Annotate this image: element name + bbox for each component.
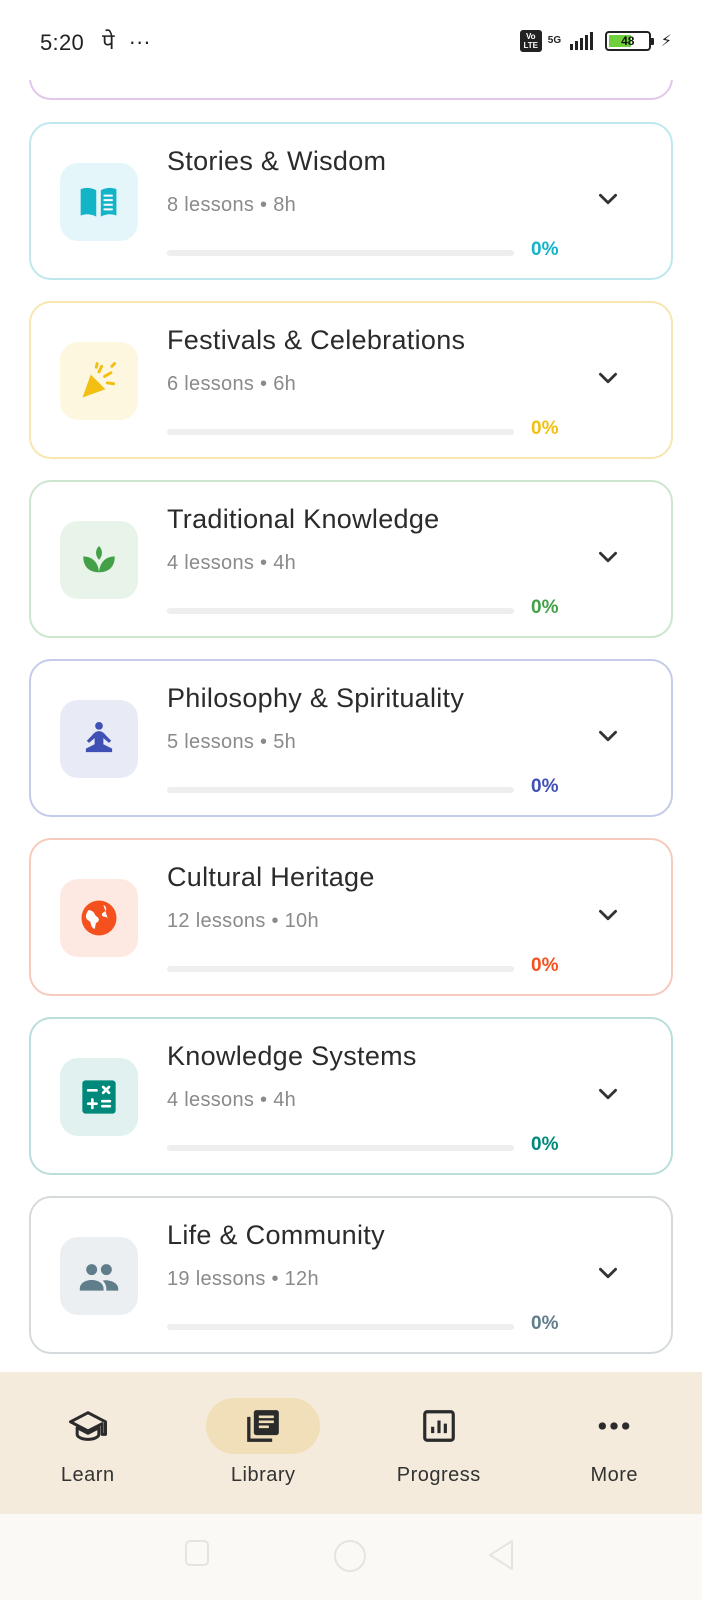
charging-icon: ⚡ — [660, 33, 672, 50]
progress-percent: 0% — [531, 955, 559, 976]
progress-percent: 0% — [531, 597, 559, 618]
category-title: Philosophy & Spirituality — [167, 683, 465, 713]
battery-level: 48 — [621, 34, 635, 48]
category-title: Knowledge Systems — [167, 1041, 417, 1071]
category-card-cultural-heritage[interactable]: Cultural Heritage 12 lessons • 10h 0% — [29, 838, 673, 996]
category-title: Cultural Heritage — [167, 862, 375, 892]
nav-label: Library — [230, 1464, 296, 1486]
carrier-glyph: पे — [102, 29, 115, 54]
progress-track — [167, 429, 514, 435]
category-card-stories-wisdom[interactable]: Stories & Wisdom 8 lessons • 8h 0% — [29, 122, 673, 280]
nav-pill — [382, 1398, 496, 1454]
more-horizontal-icon — [598, 1422, 630, 1430]
nav-label: Progress — [396, 1464, 481, 1486]
category-meta: 6 lessons • 6h — [167, 373, 297, 395]
calculator-icon — [82, 1080, 116, 1114]
nav-label: More — [590, 1464, 639, 1486]
battery-icon: 48 — [604, 31, 654, 51]
bar-chart-icon — [422, 1410, 455, 1442]
category-meta: 4 lessons • 4h — [167, 552, 297, 574]
category-card-knowledge-systems[interactable]: Knowledge Systems 4 lessons • 4h 0% — [29, 1017, 673, 1175]
category-icon-tile — [60, 163, 138, 241]
graduation-cap-icon — [68, 1411, 107, 1441]
sprout-icon — [83, 546, 115, 573]
status-time: 5:20 — [40, 30, 85, 55]
category-meta: 19 lessons • 12h — [167, 1268, 319, 1290]
status-notification-glyphs: पे ··· — [102, 26, 151, 56]
open-book-icon — [80, 187, 117, 217]
category-meta: 12 lessons • 10h — [167, 910, 319, 932]
meditation-icon — [85, 722, 113, 753]
status-bar: 5:20 पे ··· Vo LTE 5G 48 ⚡ — [0, 0, 702, 80]
signal-strength-icon — [569, 32, 593, 50]
nav-item-library[interactable]: Library — [176, 1372, 352, 1514]
category-meta: 5 lessons • 5h — [167, 731, 297, 753]
chevron-down-icon[interactable] — [595, 365, 621, 391]
home-button-icon[interactable] — [332, 1538, 368, 1574]
category-title: Traditional Knowledge — [167, 504, 440, 534]
nav-item-more[interactable]: More — [527, 1372, 702, 1514]
volte-icon: Vo LTE — [519, 30, 542, 52]
chevron-down-icon[interactable] — [595, 902, 621, 928]
library-books-icon — [247, 1410, 280, 1442]
nav-item-progress[interactable]: Progress — [351, 1372, 527, 1514]
category-card-life-community[interactable]: Life & Community 19 lessons • 12h 0% — [29, 1196, 673, 1354]
people-icon — [79, 1264, 119, 1291]
progress-track — [167, 966, 514, 972]
recents-button-icon[interactable] — [184, 1538, 212, 1568]
nav-pill — [557, 1398, 671, 1454]
globe-icon — [81, 900, 117, 936]
category-icon-tile — [60, 521, 138, 599]
category-title: Stories & Wisdom — [167, 146, 387, 176]
chevron-down-icon[interactable] — [595, 1260, 621, 1286]
category-card-philosophy-spirituality[interactable]: Philosophy & Spirituality 5 lessons • 5h… — [29, 659, 673, 817]
status-indicators: Vo LTE 5G 48 ⚡ — [519, 30, 672, 52]
nav-item-learn[interactable]: Learn — [0, 1372, 176, 1514]
progress-percent: 0% — [531, 418, 559, 439]
category-meta: 8 lessons • 8h — [167, 194, 297, 216]
nav-pill — [206, 1398, 321, 1454]
progress-track — [167, 1145, 514, 1151]
nav-pill — [31, 1398, 145, 1454]
system-navigation-bar — [0, 1514, 702, 1600]
progress-percent: 0% — [531, 776, 559, 797]
chevron-down-icon[interactable] — [595, 186, 621, 212]
category-icon-tile — [60, 342, 138, 420]
progress-track — [167, 250, 514, 256]
category-icon-tile — [60, 700, 138, 778]
more-notifications-icon: ··· — [128, 29, 151, 54]
bottom-navigation: Learn Library Progress More — [0, 1372, 702, 1514]
category-icon-tile — [60, 879, 138, 957]
category-card-festivals-celebrations[interactable]: Festivals & Celebrations 6 lessons • 6h … — [29, 301, 673, 459]
chevron-down-icon[interactable] — [595, 723, 621, 749]
chevron-down-icon[interactable] — [595, 544, 621, 570]
progress-track — [167, 787, 514, 793]
category-meta: 4 lessons • 4h — [167, 1089, 297, 1111]
progress-track — [167, 608, 514, 614]
network-type: 5G — [547, 35, 562, 46]
progress-percent: 0% — [531, 1134, 559, 1155]
progress-percent: 0% — [531, 1313, 559, 1334]
nav-label: Learn — [60, 1464, 115, 1486]
category-card-traditional-knowledge[interactable]: Traditional Knowledge 4 lessons • 4h 0% — [29, 480, 673, 638]
progress-track — [167, 1324, 514, 1330]
chevron-down-icon[interactable] — [595, 1081, 621, 1107]
progress-percent: 0% — [531, 239, 559, 260]
category-title: Life & Community — [167, 1220, 385, 1250]
back-button-icon[interactable] — [486, 1538, 516, 1572]
category-title: Festivals & Celebrations — [167, 325, 466, 355]
category-icon-tile — [60, 1058, 138, 1136]
party-popper-icon — [82, 362, 117, 398]
category-list[interactable]: 0% Stories & Wisdom 8 lessons • 8h 0% Fe… — [0, 0, 702, 1372]
category-icon-tile — [60, 1237, 138, 1315]
